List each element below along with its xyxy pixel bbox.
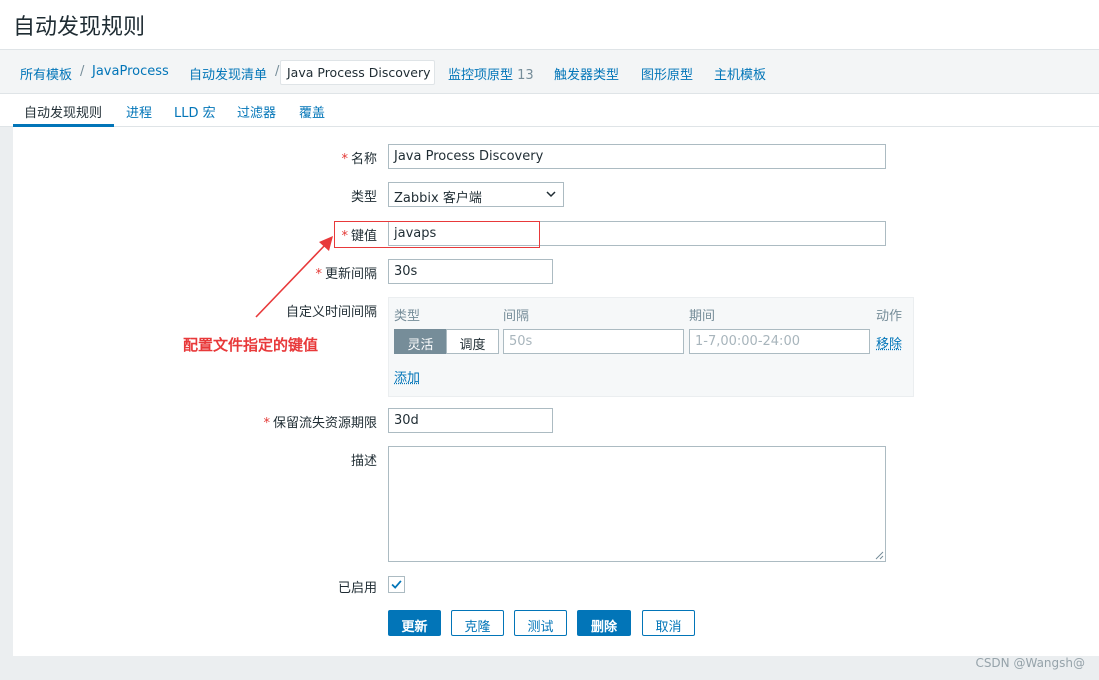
cancel-button[interactable]: 取消 [642,610,695,636]
enabled-label: 已启用 [337,581,377,596]
type-flexible-toggle[interactable]: 灵活 [394,329,447,354]
type-label: 类型 [350,190,377,205]
tabs-bar: 自动发现规则 进程 LLD 宏 过滤器 覆盖 [0,94,1099,127]
breadcrumb-trigger-prototypes[interactable]: 触发器类型 [554,64,619,83]
type-scheduling-toggle[interactable]: 调度 [446,329,499,354]
name-input[interactable]: Java Process Discovery [388,144,886,169]
breadcrumb-item-prototypes[interactable]: 监控项原型 13 [448,64,534,83]
col-action-header: 动作 [876,309,903,324]
interval-input[interactable]: 50s [503,329,684,354]
checkmark-icon [391,580,402,589]
remove-interval-link[interactable]: 移除 [876,333,902,352]
tab-discovery-rule[interactable]: 自动发现规则 [24,102,102,121]
clone-button[interactable]: 克隆 [451,610,504,636]
item-prototypes-count: 13 [517,68,534,83]
breadcrumb-current-label: Java Process Discovery [287,65,431,80]
description-textarea[interactable] [388,446,886,562]
annotation-text: 配置文件指定的键值 [183,336,319,354]
type-select[interactable]: Zabbix 客户端 [388,182,564,207]
add-interval-link[interactable]: 添加 [394,367,420,386]
tab-overrides[interactable]: 覆盖 [299,102,325,121]
period-input[interactable]: 1-7,00:00-24:00 [689,329,870,354]
page-header: 自动发现规则 [0,0,1099,50]
type-select-value: Zabbix 客户端 [394,191,482,206]
keep-lost-label: * 保留流失资源期限 [77,412,377,431]
update-button[interactable]: 更新 [388,610,441,636]
item-prototypes-label: 监控项原型 [448,68,514,83]
required-mark: * [341,152,348,167]
update-interval-input[interactable]: 30s [388,259,553,284]
col-type-header: 类型 [394,309,421,324]
name-label: * 名称 [77,148,377,167]
breadcrumb-template[interactable]: JavaProcess [92,64,169,79]
annotation-arrow-icon [255,236,333,318]
chevron-down-icon [546,191,556,198]
breadcrumb-discovery-list[interactable]: 自动发现清单 [189,64,267,83]
breadcrumb-graph-prototypes[interactable]: 图形原型 [641,64,693,83]
breadcrumb: 所有模板 / JavaProcess 自动发现清单 / 监控项原型 13 触发器… [0,50,1099,94]
tab-lld-macros[interactable]: LLD 宏 [174,102,216,121]
col-period-header: 期间 [689,309,716,324]
test-button[interactable]: 测试 [514,610,567,636]
enabled-checkbox[interactable] [388,576,405,593]
tab-process[interactable]: 进程 [126,102,152,121]
breadcrumb-separator: / [80,64,85,79]
breadcrumb-current: Java Process Discovery [280,60,435,85]
watermark: CSDN @Wangsh@ [975,656,1085,670]
description-label: 描述 [350,454,377,469]
custom-intervals-table: 类型 间隔 期间 动作 灵活 调度 50s 1-7,00:00-24:00 移除… [388,297,914,397]
delete-button[interactable]: 删除 [577,610,631,636]
resize-handle-icon[interactable] [874,550,884,560]
required-mark: * [263,416,270,431]
page-title: 自动发现规则 [13,15,146,40]
name-label-text: 名称 [350,152,377,167]
breadcrumb-all-templates[interactable]: 所有模板 [20,64,72,83]
annotation-highlight-box [334,221,540,248]
keep-lost-label-text: 保留流失资源期限 [272,416,377,431]
col-interval-header: 间隔 [503,309,530,324]
keep-lost-input[interactable]: 30d [388,408,553,433]
tab-filters[interactable]: 过滤器 [237,102,276,121]
breadcrumb-host-prototypes[interactable]: 主机模板 [714,64,766,83]
breadcrumb-separator: / [275,64,280,79]
